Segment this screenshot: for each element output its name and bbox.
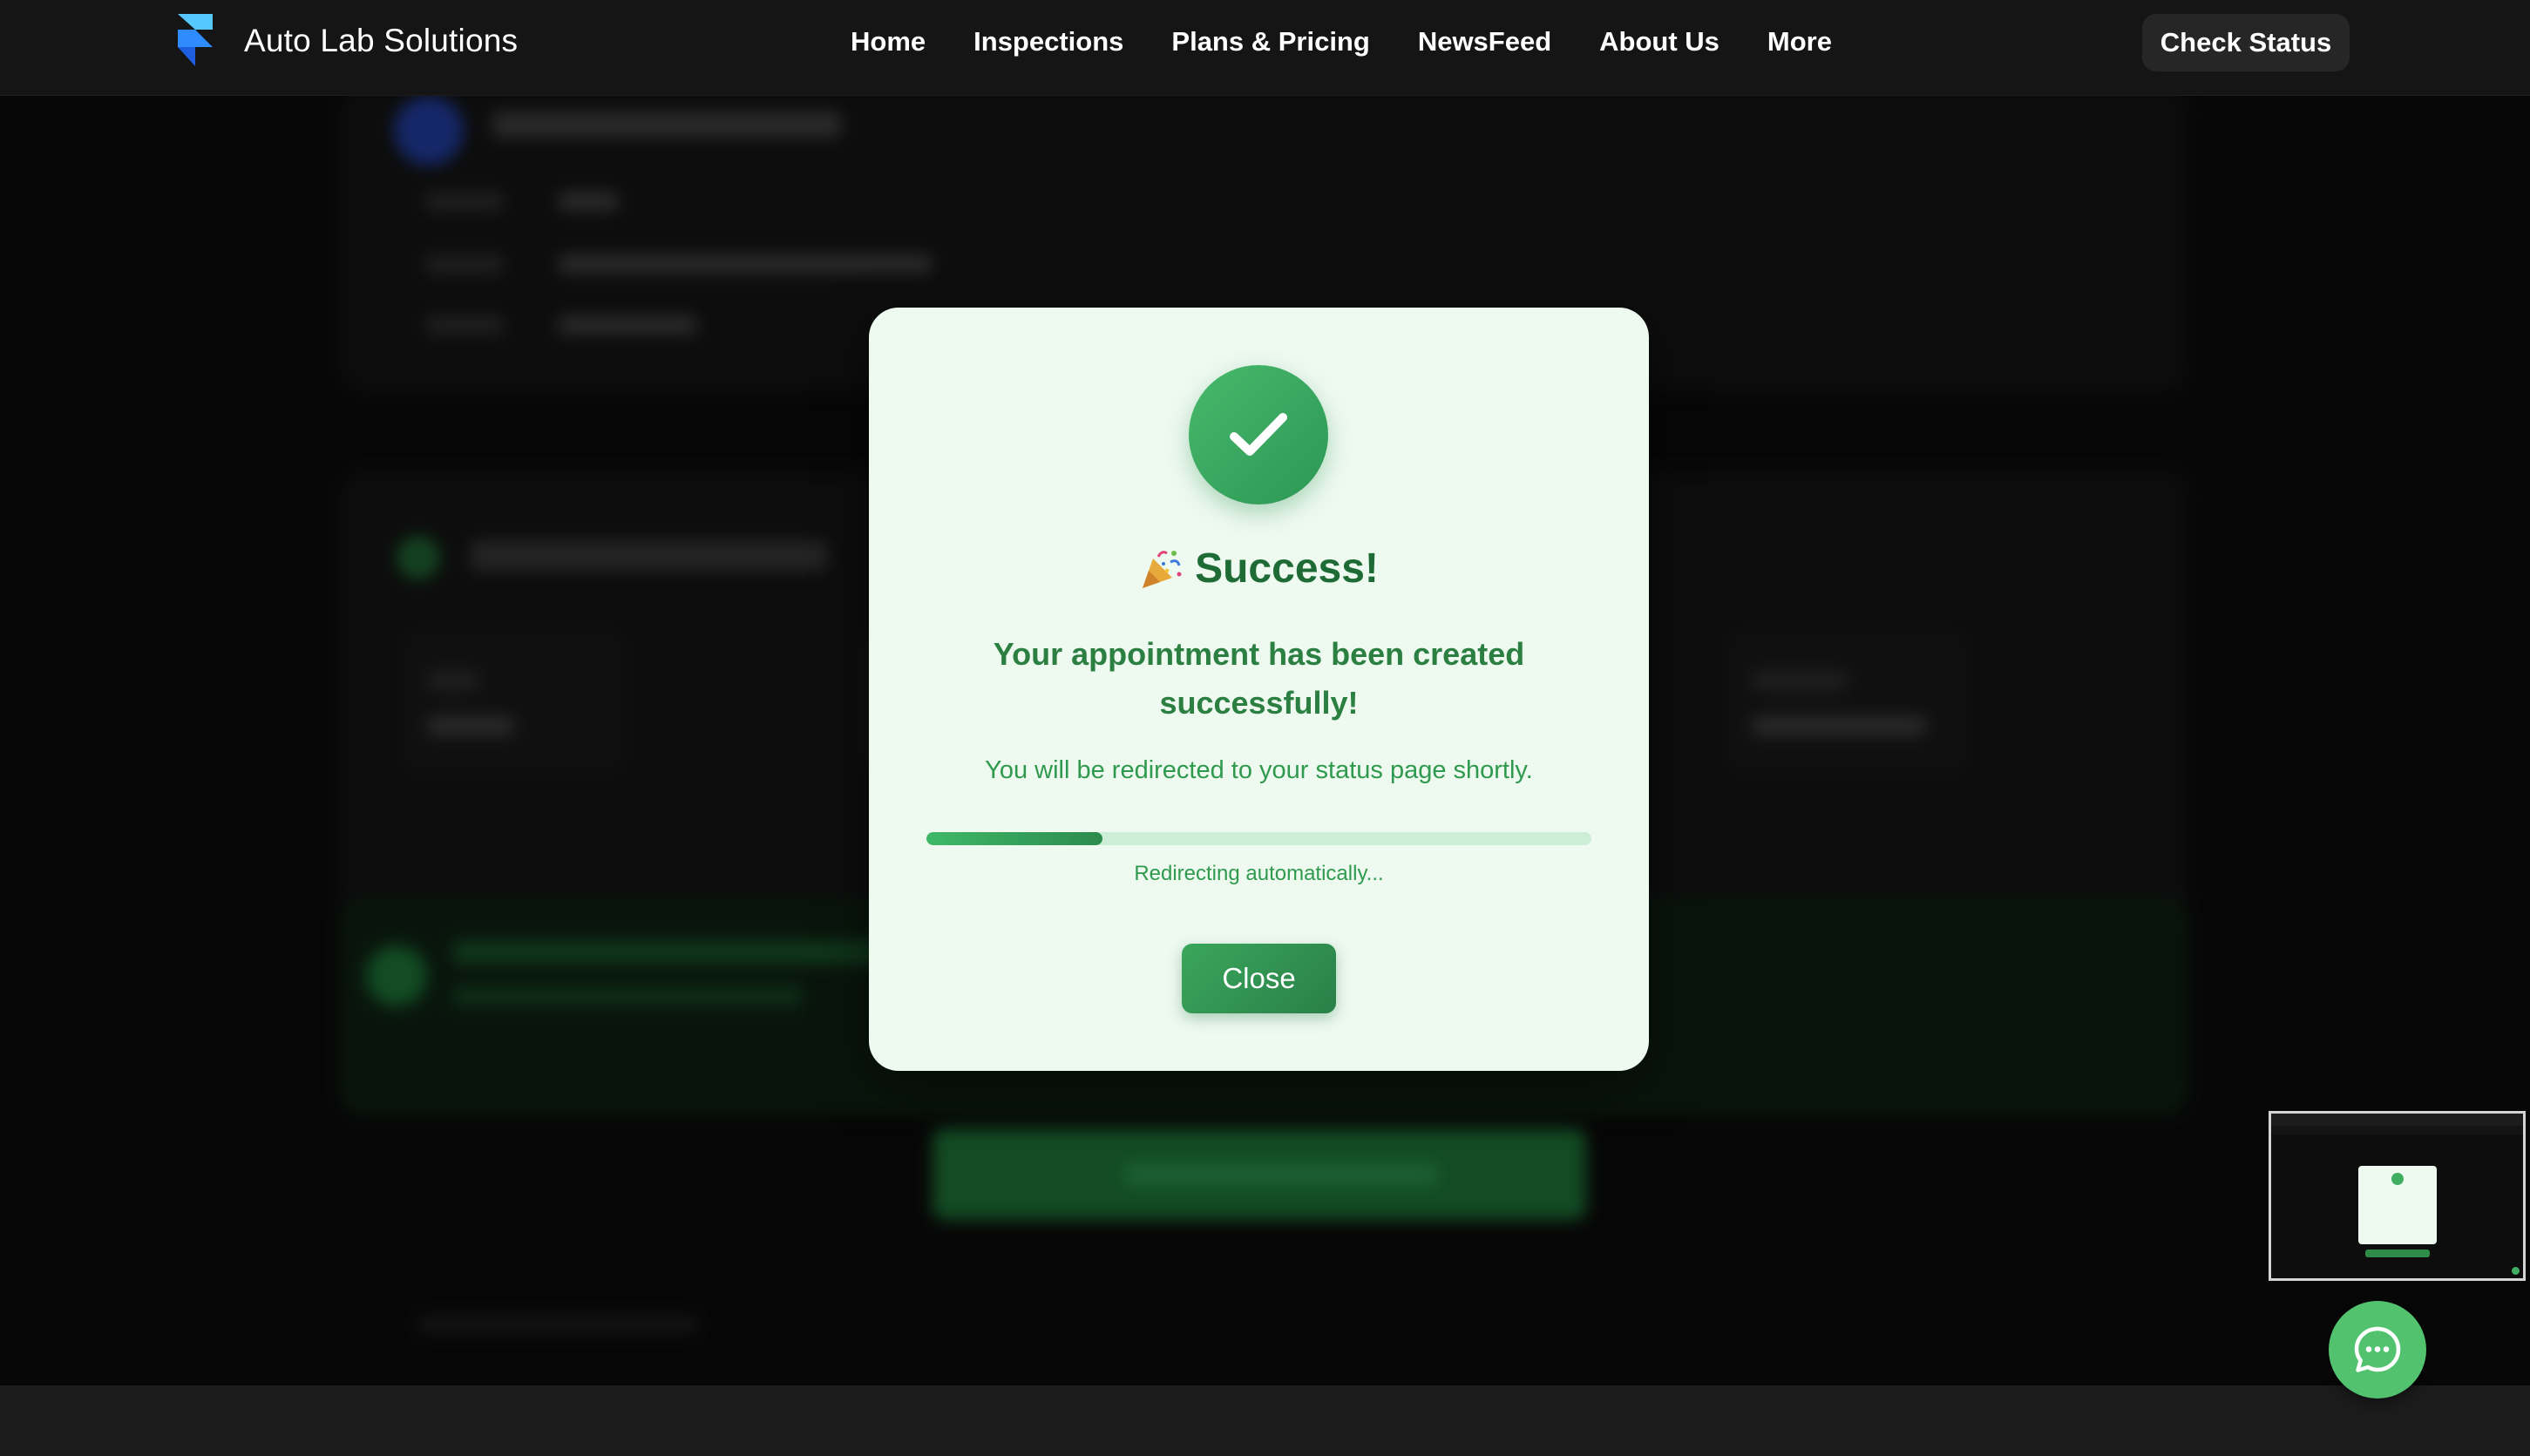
nav-newsfeed[interactable]: NewsFeed — [1418, 26, 1551, 58]
check-status-button[interactable]: Check Status — [2142, 14, 2350, 71]
redirect-progress-bar — [926, 832, 1591, 845]
close-button[interactable]: Close — [1182, 944, 1336, 1013]
nav-home[interactable]: Home — [851, 26, 926, 58]
redirect-status-text: Redirecting automatically... — [1134, 862, 1384, 885]
framer-logo-icon — [178, 14, 213, 66]
brand[interactable]: Auto Lab Solutions — [174, 10, 518, 71]
modal-sub-message: You will be redirected to your status pa… — [985, 756, 1533, 784]
redirect-progress-fill — [926, 832, 1103, 845]
nav-about-us[interactable]: About Us — [1599, 26, 1719, 58]
screen-preview-thumbnail[interactable] — [2269, 1111, 2526, 1281]
check-icon — [1230, 413, 1287, 456]
party-popper-icon — [1143, 550, 1182, 588]
chat-bubble-icon — [2354, 1326, 2401, 1372]
brand-name: Auto Lab Solutions — [244, 23, 519, 58]
chat-button[interactable] — [2329, 1301, 2426, 1398]
modal-message: Your appointment has been created succes… — [993, 636, 1525, 721]
success-modal: Success! Your appointment has been creat… — [869, 308, 1649, 1071]
page: Auto Lab Solutions Home Inspections Plan… — [0, 0, 2530, 1456]
modal-title: Success! — [1195, 545, 1379, 592]
modal-title-row: Success! — [869, 545, 1649, 593]
page-footer — [0, 1385, 2530, 1456]
top-navbar: Auto Lab Solutions Home Inspections Plan… — [0, 0, 2530, 96]
main-nav: Home Inspections Plans & Pricing NewsFee… — [851, 26, 1832, 58]
nav-more[interactable]: More — [1767, 26, 1832, 58]
nav-inspections[interactable]: Inspections — [973, 26, 1123, 58]
nav-plans-pricing[interactable]: Plans & Pricing — [1171, 26, 1369, 58]
success-badge — [1189, 365, 1328, 505]
